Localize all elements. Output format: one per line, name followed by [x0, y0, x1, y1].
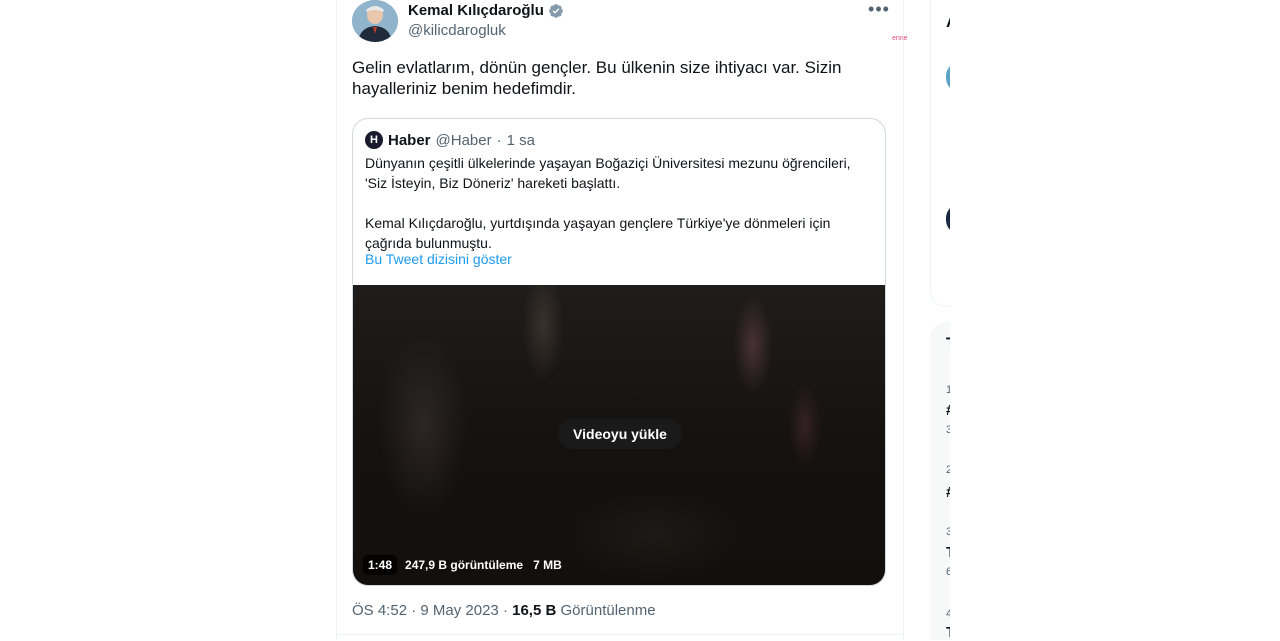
quote-header: H Haber @Haber · 1 sa — [365, 131, 535, 149]
load-video-button[interactable]: Videoyu yükle — [558, 419, 682, 449]
author-name[interactable]: Kemal Kılıçdaroğlu — [408, 2, 544, 19]
quote-time[interactable]: 1 sa — [507, 132, 535, 149]
timestamp-dot-2: · — [502, 602, 508, 619]
quote-dot: · — [496, 131, 502, 149]
views-label: Görüntülenme — [560, 602, 656, 619]
timestamp-dot: · — [411, 602, 417, 619]
page-background-right — [950, 0, 1280, 640]
show-thread-link[interactable]: Bu Tweet dizisini göster — [365, 251, 512, 267]
author-name-row[interactable]: Kemal Kılıçdaroğlu — [408, 2, 564, 19]
quote-author-name[interactable]: Haber — [388, 132, 431, 149]
tweet-time[interactable]: ÖS 4:52 — [352, 602, 407, 619]
tweet-timestamp: ÖS 4:52 · 9 May 2023 · 16,5 B Görüntülen… — [352, 602, 656, 619]
watermark: erine — [892, 35, 908, 42]
haber-logo-icon: H — [365, 131, 383, 149]
divider — [336, 634, 902, 635]
tweet-text: Gelin evlatlarım, dönün gençler. Bu ülke… — [352, 58, 842, 98]
quoted-tweet[interactable]: H Haber @Haber · 1 sa Dünyanın çeşitli ü… — [352, 118, 886, 586]
quote-author-handle[interactable]: @Haber — [436, 132, 492, 149]
author-handle[interactable]: @kilicdarogluk — [408, 22, 506, 39]
tweet-date[interactable]: 9 May 2023 — [420, 602, 498, 619]
quote-text: Dünyanın çeşitli ülkelerinde yaşayan Boğ… — [365, 155, 851, 251]
more-options-icon[interactable]: ••• — [868, 0, 890, 20]
video-views: 247,9 B görüntüleme — [405, 558, 524, 572]
video-player[interactable]: Videoyu yükle 1:48 247,9 B görüntüleme 7… — [353, 285, 885, 585]
video-size: 7 MB — [533, 558, 562, 572]
author-avatar[interactable] — [352, 0, 398, 42]
views-count: 16,5 B — [512, 602, 557, 619]
verified-badge-icon — [549, 3, 563, 18]
video-duration: 1:48 — [363, 555, 398, 575]
video-info: 1:48 247,9 B görüntüleme 7 MB — [363, 555, 564, 575]
